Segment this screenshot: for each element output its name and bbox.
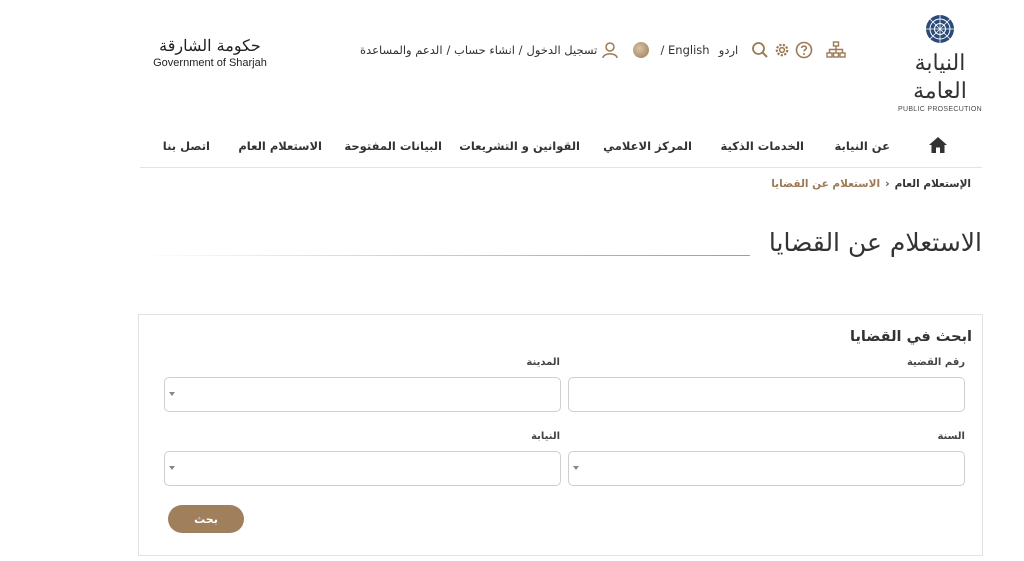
breadcrumb: الإستعلام العام ‹ الاستعلام عن القضايا	[771, 177, 971, 190]
site-header: النيابة العامة PUBLIC PROSECUTION حكومة …	[0, 0, 1024, 113]
nav-general-inquiry[interactable]: الاستعلام العام	[238, 139, 322, 153]
year-select[interactable]	[568, 451, 965, 486]
page-title: الاستعلام عن القضايا	[768, 228, 982, 257]
dropdown-arrow-icon	[573, 466, 579, 470]
search-button[interactable]: بحث	[168, 505, 244, 533]
chevron-left-icon: ‹	[885, 177, 890, 190]
main-nav: عن النيابة الخدمات الذكية المركز الاعلام…	[140, 128, 982, 168]
logo-pp-arabic: النيابة العامة	[913, 51, 967, 104]
logo-gov-english: Government of Sharjah	[153, 57, 267, 69]
public-prosecution-logo[interactable]: النيابة العامة PUBLIC PROSECUTION	[896, 14, 984, 113]
case-number-input[interactable]	[568, 377, 965, 412]
year-label: السنة	[937, 431, 965, 442]
logo-pp-english: PUBLIC PROSECUTION	[898, 106, 982, 113]
search-icon[interactable]	[749, 39, 769, 61]
nav-contact[interactable]: اتصل بنا	[163, 139, 210, 153]
support-link[interactable]: الدعم والمساعدة	[360, 43, 443, 57]
prosecution-label: النيابة	[531, 431, 560, 442]
case-search-panel: ابحث في القضايا رقم القضية المدينة السنة…	[138, 314, 983, 556]
home-icon[interactable]	[928, 136, 948, 156]
prosecution-select[interactable]	[164, 451, 561, 486]
logo-gov-arabic: حكومة الشارقة	[159, 36, 261, 55]
sitemap-icon[interactable]	[826, 39, 846, 61]
user-icon[interactable]	[599, 39, 619, 61]
dropdown-arrow-icon	[169, 466, 175, 470]
nav-smart-services[interactable]: الخدمات الذكية	[721, 139, 804, 153]
nav-open-data[interactable]: البيانات المفتوحة	[344, 139, 442, 153]
nav-laws[interactable]: القوانين و التشريعات	[459, 139, 580, 153]
globe-icon[interactable]	[631, 39, 651, 61]
title-divider	[140, 255, 750, 256]
city-label: المدينة	[526, 357, 560, 368]
city-select[interactable]	[164, 377, 561, 412]
help-icon[interactable]	[794, 39, 814, 61]
breadcrumb-parent[interactable]: الإستعلام العام	[895, 178, 971, 190]
gear-icon[interactable]	[772, 39, 792, 61]
dropdown-arrow-icon	[169, 392, 175, 396]
prosecution-emblem-icon	[926, 15, 954, 43]
utility-bar: اردو English / تسجيل الدخول / انشاء حساب…	[360, 38, 846, 62]
nav-media-center[interactable]: المركز الاعلامي	[603, 139, 692, 153]
lang-english-link[interactable]: English /	[660, 43, 709, 57]
lang-urdu-link[interactable]: اردو	[719, 43, 738, 57]
login-link[interactable]: تسجيل الدخول	[527, 43, 598, 57]
nav-about[interactable]: عن النيابة	[835, 139, 890, 153]
create-account-link[interactable]: / انشاء حساب /	[447, 43, 523, 57]
government-of-sharjah-logo[interactable]: حكومة الشارقة Government of Sharjah	[152, 36, 268, 70]
search-panel-title: ابحث في القضايا	[850, 329, 972, 345]
breadcrumb-current: الاستعلام عن القضايا	[771, 177, 881, 190]
case-number-label: رقم القضية	[906, 357, 965, 368]
